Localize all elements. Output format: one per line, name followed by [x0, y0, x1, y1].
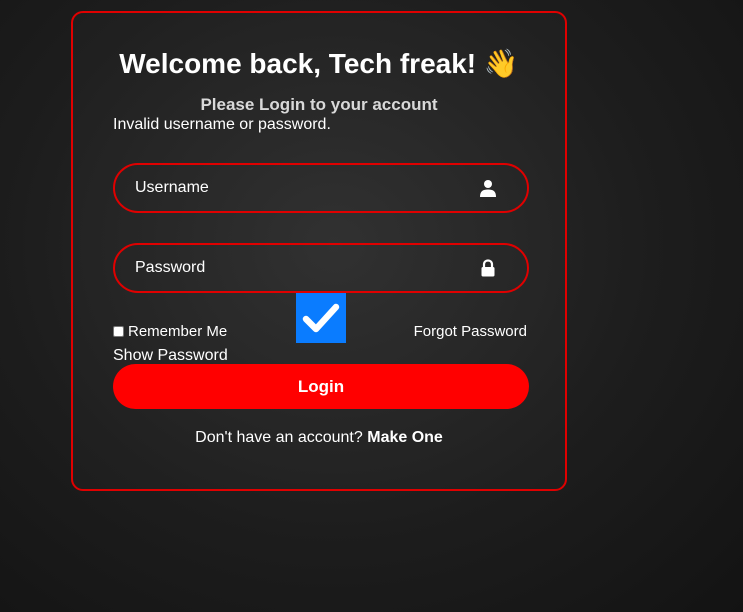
signup-prompt: Don't have an account? Make One	[73, 429, 565, 447]
login-card: Welcome back, Tech freak! 👋 Please Login…	[71, 11, 567, 491]
error-message: Invalid username or password.	[113, 116, 331, 133]
remember-me-label: Remember Me	[128, 323, 228, 340]
user-icon	[480, 180, 496, 197]
lock-icon	[481, 259, 495, 277]
page-title: Welcome back, Tech freak! 👋	[119, 48, 519, 79]
signup-prompt-text: Don't have an account?	[195, 429, 363, 446]
username-input[interactable]	[135, 165, 465, 211]
remember-me[interactable]: Remember Me	[113, 323, 227, 340]
remember-me-checkbox[interactable]	[113, 326, 124, 337]
login-button[interactable]: Login	[113, 364, 529, 409]
make-one-link[interactable]: Make One	[367, 429, 443, 446]
password-input[interactable]	[135, 245, 465, 291]
forgot-password-link[interactable]: Forgot Password	[414, 323, 527, 340]
checkmark-icon	[302, 303, 340, 333]
show-password-label[interactable]: Show Password	[113, 347, 228, 365]
password-field-wrapper	[113, 243, 529, 293]
page-subtitle: Please Login to your account	[200, 95, 438, 114]
username-field-wrapper	[113, 163, 529, 213]
show-password-checkbox[interactable]	[296, 293, 346, 343]
